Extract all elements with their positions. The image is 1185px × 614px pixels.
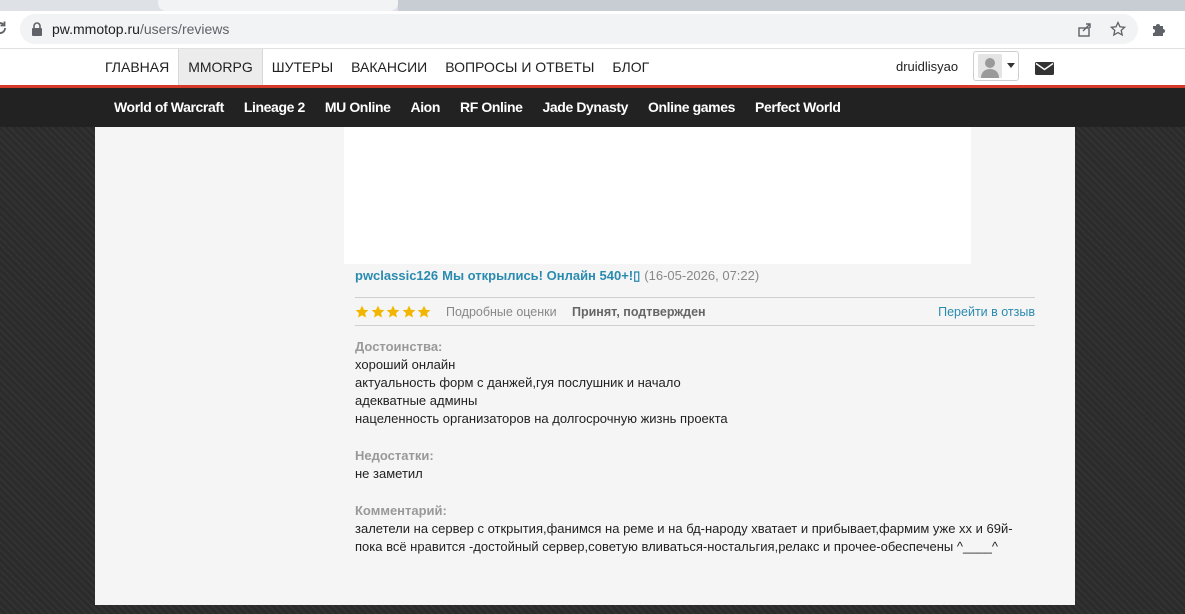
main-nav: ГЛАВНАЯ MMORPG ШУТЕРЫ ВАКАНСИИ ВОПРОСЫ И… — [96, 49, 658, 85]
nav-qa[interactable]: ВОПРОСЫ И ОТВЕТЫ — [436, 49, 603, 85]
game-nav-aion[interactable]: Aion — [400, 88, 450, 127]
star-icon — [355, 305, 369, 318]
game-nav-jade-dynasty[interactable]: Jade Dynasty — [533, 88, 638, 127]
review-status: Принят, подтвержден — [572, 305, 706, 319]
site-header: ГЛАВНАЯ MMORPG ШУТЕРЫ ВАКАНСИИ ВОПРОСЫ И… — [0, 48, 1185, 85]
url-host: pw.mmotop.ru — [52, 21, 140, 37]
review-author[interactable]: pwclassic126 — [355, 268, 438, 283]
lock-icon[interactable] — [31, 21, 43, 37]
goto-review-link[interactable]: Перейти в отзыв — [938, 305, 1035, 319]
pros-section: Достоинства: хороший онлайн актуальность… — [355, 338, 1035, 428]
nav-home[interactable]: ГЛАВНАЯ — [96, 49, 178, 85]
game-nav-perfect-world[interactable]: Perfect World — [745, 88, 851, 127]
cons-line: не заметил — [355, 466, 423, 481]
nav-blog[interactable]: БЛОГ — [603, 49, 658, 85]
chevron-down-icon — [1007, 63, 1015, 68]
nav-mmorpg[interactable]: MMORPG — [178, 49, 263, 85]
rating-stars — [355, 305, 433, 319]
reload-icon[interactable] — [0, 20, 8, 36]
avatar-icon — [978, 54, 1002, 78]
username[interactable]: druidlisyao — [896, 59, 958, 74]
game-nav-mu-online[interactable]: MU Online — [315, 88, 401, 127]
game-nav-wow[interactable]: World of Warcraft — [104, 88, 234, 127]
content-panel: pwclassic126 Мы открылись! Онлайн 540+!▯ (… — [95, 127, 1075, 605]
browser-tab-active[interactable] — [158, 0, 398, 11]
game-nav-lineage2[interactable]: Lineage 2 — [234, 88, 315, 127]
game-nav: World of Warcraft Lineage 2 MU Online Ai… — [0, 88, 1185, 127]
review-server[interactable]: Мы открылись! Онлайн 540+!▯ — [442, 268, 640, 283]
star-icon — [402, 305, 415, 318]
browser-tab-strip — [0, 0, 1185, 11]
bookmark-star-icon[interactable] — [1110, 21, 1126, 37]
star-icon — [417, 305, 431, 318]
pros-line: хороший онлайн — [355, 357, 456, 372]
cons-title: Недостатки: — [355, 448, 434, 463]
star-icon — [386, 305, 400, 318]
comment-title: Комментарий: — [355, 503, 447, 518]
review-header: pwclassic126 Мы открылись! Онлайн 540+!▯ (… — [355, 268, 1035, 284]
pros-line: адекватные админы — [355, 393, 478, 408]
url-text: pw.mmotop.ru/users/reviews — [52, 21, 229, 37]
share-icon[interactable] — [1077, 21, 1093, 37]
comment-line: залетели на сервер с открытия,фанимся на… — [355, 521, 1013, 536]
game-nav-online-games[interactable]: Online games — [638, 88, 745, 127]
extensions-icon[interactable] — [1150, 21, 1166, 37]
comment-line: пока всё нравится -достойный сервер,сове… — [355, 539, 998, 554]
review-card: pwclassic126 Мы открылись! Онлайн 540+!▯ (… — [355, 268, 1035, 556]
mail-icon[interactable] — [1035, 62, 1054, 75]
nav-vacancies[interactable]: ВАКАНСИИ — [342, 49, 436, 85]
star-icon — [371, 305, 384, 318]
browser-tab-inactive[interactable] — [398, 0, 1185, 11]
pros-line: нацеленность организаторов на долгосрочн… — [355, 411, 728, 426]
browser-toolbar: pw.mmotop.ru/users/reviews — [0, 11, 1185, 48]
pros-line: актуальность форм с данжей,гуя послушник… — [355, 375, 681, 390]
review-date: (16-05-2026, 07:22) — [644, 268, 760, 283]
nav-shooters[interactable]: ШУТЕРЫ — [263, 49, 342, 85]
review-meta-row: Подробные оценки Принят, подтвержден Пер… — [355, 298, 1035, 326]
game-nav-rf-online[interactable]: RF Online — [450, 88, 533, 127]
cons-section: Недостатки: не заметил — [355, 447, 1035, 483]
address-bar[interactable]: pw.mmotop.ru/users/reviews — [20, 14, 1138, 44]
comment-section: Комментарий: залетели на сервер с открыт… — [355, 502, 1035, 556]
pros-title: Достоинства: — [355, 339, 443, 354]
url-path: /users/reviews — [139, 21, 230, 37]
previous-review-block — [344, 127, 971, 264]
detailed-ratings-link[interactable]: Подробные оценки — [446, 305, 557, 319]
user-menu-button[interactable] — [973, 51, 1019, 81]
